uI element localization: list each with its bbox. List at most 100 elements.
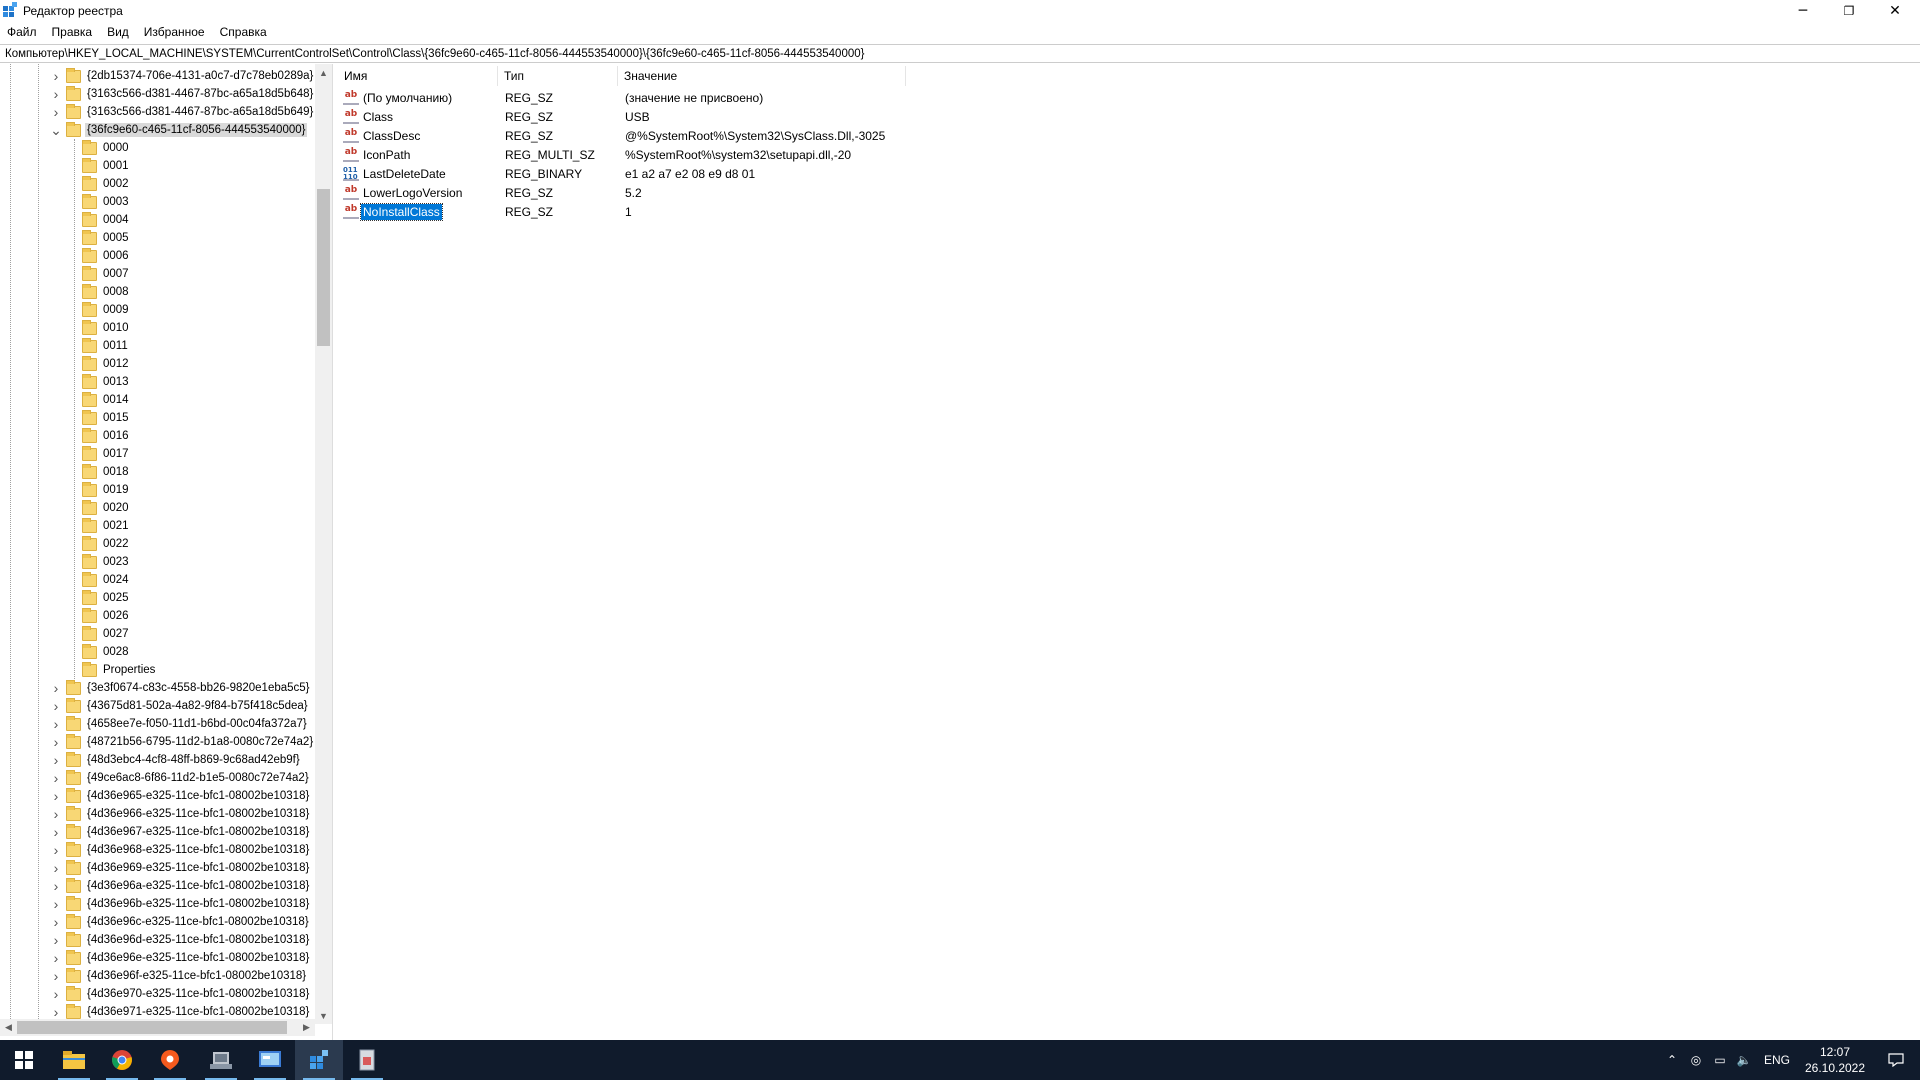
chevron-right-icon[interactable]: ›: [50, 679, 62, 697]
tree-node[interactable]: › {4d36e96e-e325-11ce-bfc1-08002be10318}: [50, 949, 311, 967]
scroll-thumb-horizontal[interactable]: [17, 1021, 287, 1034]
tree-node[interactable]: 0020: [66, 499, 131, 517]
chevron-right-icon[interactable]: ›: [50, 931, 62, 949]
tree-node[interactable]: › {3163c566-d381-4467-87bc-a65a18d5b648}: [50, 85, 315, 103]
tree-node[interactable]: › {4d36e965-e325-11ce-bfc1-08002be10318}: [50, 787, 311, 805]
yandex-browser-button[interactable]: [146, 1040, 194, 1080]
tree-node[interactable]: 0016: [66, 427, 131, 445]
scroll-right-arrow-icon[interactable]: ▶: [298, 1019, 315, 1036]
column-header-value[interactable]: Значение: [618, 66, 906, 86]
chevron-right-icon[interactable]: ›: [50, 733, 62, 751]
chrome-button[interactable]: [98, 1040, 146, 1080]
chevron-right-icon[interactable]: ›: [50, 949, 62, 967]
tree-node[interactable]: 0025: [66, 589, 131, 607]
tree-node[interactable]: › {4d36e967-e325-11ce-bfc1-08002be10318}: [50, 823, 311, 841]
tree-node[interactable]: › {2db15374-706e-4131-a0c7-d7c78eb0289a}: [50, 67, 315, 85]
column-header-name[interactable]: Имя: [338, 66, 498, 86]
tree-node[interactable]: 0015: [66, 409, 131, 427]
tree-node[interactable]: 0009: [66, 301, 131, 319]
column-header-type[interactable]: Тип: [498, 66, 618, 86]
chevron-right-icon[interactable]: ›: [50, 751, 62, 769]
value-row[interactable]: ab NoInstallClass REG_SZ 1: [338, 202, 938, 221]
tree-node[interactable]: › {3163c566-d381-4467-87bc-a65a18d5b649}: [50, 103, 315, 121]
tree-node[interactable]: 0001: [66, 157, 131, 175]
tree-node[interactable]: › {4d36e96d-e325-11ce-bfc1-08002be10318}: [50, 931, 311, 949]
chevron-right-icon[interactable]: ›: [50, 769, 62, 787]
tree-node[interactable]: › {4d36e968-e325-11ce-bfc1-08002be10318}: [50, 841, 311, 859]
tree-node[interactable]: 0008: [66, 283, 131, 301]
chevron-right-icon[interactable]: ›: [50, 841, 62, 859]
language-indicator[interactable]: ENG: [1756, 1053, 1798, 1067]
menu-help[interactable]: Справка: [215, 25, 272, 39]
tree-node[interactable]: 0014: [66, 391, 131, 409]
tree-node[interactable]: › {49ce6ac8-6f86-11d2-b1e5-0080c72e74a2}: [50, 769, 311, 787]
chevron-right-icon[interactable]: ›: [50, 85, 62, 103]
tree-node[interactable]: › {4d36e96b-e325-11ce-bfc1-08002be10318}: [50, 895, 311, 913]
tree-node[interactable]: › {3e3f0674-c83c-4558-bb26-9820e1eba5c5}: [50, 679, 312, 697]
tree-node[interactable]: 0010: [66, 319, 131, 337]
start-button[interactable]: [0, 1040, 48, 1080]
tree-node[interactable]: › {4d36e96c-e325-11ce-bfc1-08002be10318}: [50, 913, 311, 931]
clock[interactable]: 12:07 26.10.2022: [1798, 1044, 1872, 1076]
tree-node[interactable]: 0012: [66, 355, 131, 373]
scroll-left-arrow-icon[interactable]: ◀: [0, 1019, 17, 1036]
restore-button[interactable]: ❐: [1826, 0, 1872, 22]
value-row[interactable]: ab (По умолчанию) REG_SZ (значение не присв…: [338, 88, 938, 107]
chevron-right-icon[interactable]: ›: [50, 985, 62, 1003]
value-row[interactable]: ab ClassDesc REG_SZ @%SystemRoot%\System32\…: [338, 126, 938, 145]
tree-node[interactable]: 0000: [66, 139, 131, 157]
menu-favorites[interactable]: Избранное: [139, 25, 210, 39]
chevron-down-icon[interactable]: ⌄: [50, 121, 62, 139]
tree-horizontal-scrollbar[interactable]: ◀ ▶: [0, 1019, 315, 1036]
tree-node[interactable]: › {48d3ebc4-4cf8-48ff-b869-9c68ad42eb9f}: [50, 751, 302, 769]
chevron-right-icon[interactable]: ›: [50, 913, 62, 931]
tree-node[interactable]: 0024: [66, 571, 131, 589]
value-row[interactable]: ab IconPath REG_MULTI_SZ %SystemRoot%\syste…: [338, 145, 938, 164]
chevron-right-icon[interactable]: ›: [50, 895, 62, 913]
tree-node[interactable]: › {4d36e966-e325-11ce-bfc1-08002be10318}: [50, 805, 311, 823]
tree-node[interactable]: 0027: [66, 625, 131, 643]
chevron-right-icon[interactable]: ›: [50, 859, 62, 877]
tree-node[interactable]: 0005: [66, 229, 131, 247]
tree-node[interactable]: › {4d36e96f-e325-11ce-bfc1-08002be10318}: [50, 967, 308, 985]
tree-node[interactable]: 0019: [66, 481, 131, 499]
close-button[interactable]: ✕: [1872, 0, 1918, 22]
tree-node[interactable]: 0021: [66, 517, 131, 535]
tree-node[interactable]: 0006: [66, 247, 131, 265]
tree-node[interactable]: 0002: [66, 175, 131, 193]
chevron-right-icon[interactable]: ›: [50, 67, 62, 85]
tree-node[interactable]: 0007: [66, 265, 131, 283]
network-icon[interactable]: ▭: [1708, 1053, 1732, 1067]
chevron-right-icon[interactable]: ›: [50, 823, 62, 841]
tree-node[interactable]: 0026: [66, 607, 131, 625]
tree-node[interactable]: 0018: [66, 463, 131, 481]
scroll-up-arrow-icon[interactable]: ▲: [315, 64, 332, 81]
chevron-right-icon[interactable]: ›: [50, 103, 62, 121]
tree-node[interactable]: 0011: [66, 337, 130, 355]
tree-node[interactable]: 0028: [66, 643, 131, 661]
chevron-up-icon[interactable]: ⌃: [1660, 1053, 1684, 1067]
file-explorer-button[interactable]: [50, 1040, 98, 1080]
menu-view[interactable]: Вид: [102, 25, 134, 39]
chevron-right-icon[interactable]: ›: [50, 967, 62, 985]
address-bar[interactable]: Компьютер\HKEY_LOCAL_MACHINE\SYSTEM\Curr…: [0, 44, 1920, 63]
menu-edit[interactable]: Правка: [47, 25, 98, 39]
tree-node[interactable]: 0017: [66, 445, 131, 463]
tree-node[interactable]: 0013: [66, 373, 131, 391]
tree-node[interactable]: 0023: [66, 553, 131, 571]
chevron-right-icon[interactable]: ›: [50, 787, 62, 805]
tree-node[interactable]: › {4658ee7e-f050-11d1-b6bd-00c04fa372a7}: [50, 715, 309, 733]
tree-node[interactable]: 0022: [66, 535, 131, 553]
menu-file[interactable]: Файл: [2, 25, 42, 39]
chevron-right-icon[interactable]: ›: [50, 805, 62, 823]
chevron-right-icon[interactable]: ›: [50, 697, 62, 715]
tree-node[interactable]: Properties: [66, 661, 157, 679]
app-button[interactable]: [197, 1040, 245, 1080]
tree-node[interactable]: › {4d36e970-e325-11ce-bfc1-08002be10318}: [50, 985, 311, 1003]
scroll-down-arrow-icon[interactable]: ▼: [315, 1007, 332, 1024]
tree-vertical-scrollbar[interactable]: ▲ ▼: [315, 64, 332, 1024]
value-row[interactable]: ab LowerLogoVersion REG_SZ 5.2: [338, 183, 938, 202]
notifications-icon[interactable]: [1872, 1053, 1920, 1067]
webcam-icon[interactable]: ◎: [1684, 1053, 1708, 1067]
tree-node[interactable]: › {4d36e96a-e325-11ce-bfc1-08002be10318}: [50, 877, 311, 895]
